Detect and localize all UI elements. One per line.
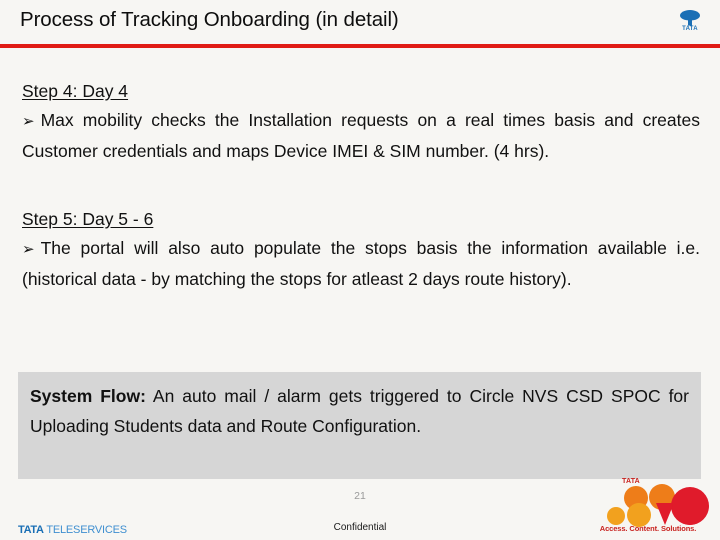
step-4-heading-row: Step 4: Day 4 [22,78,700,105]
step-block-4: Step 4: Day 4 ➢ Max mobility checks the I… [22,78,700,166]
tata-docomo-logo: TATA Access. Content. Solutions. [600,478,712,540]
system-flow-label: System Flow: [30,386,146,406]
step-4-paragraph: ➢ Max mobility checks the Installation re… [22,105,700,166]
system-flow-paragraph: System Flow: An auto mail / alarm gets t… [30,381,689,441]
docomo-tagline: Access. Content. Solutions. [599,524,697,533]
slide-content: Step 4: Day 4 ➢ Max mobility checks the I… [22,78,700,312]
step-5-heading-row: Step 5: Day 5 - 6 [22,206,700,233]
docomo-tata-wordmark: TATA [622,478,640,485]
step-5-paragraph: ➢ The portal will also auto populate the … [22,233,700,294]
step-4-body-text: Max mobility checks the Installation req… [22,110,700,161]
slide-footer: TATA TELESERVICES 21 Confidential TATA A… [0,478,720,540]
tata-emblem-icon [680,10,700,26]
step-4-heading: Step 4: Day 4 [22,81,129,101]
bullet-arrow-icon: ➢ [22,112,35,130]
header-divider [0,44,720,48]
page-title: Process of Tracking Onboarding (in detai… [20,8,399,31]
step-5-heading: Step 5: Day 5 - 6 [22,209,154,229]
bullet-arrow-icon: ➢ [22,240,35,258]
slide-header: Process of Tracking Onboarding (in detai… [0,0,720,48]
tata-logo: TATA [672,9,708,39]
system-flow-callout: System Flow: An auto mail / alarm gets t… [18,372,701,479]
step-block-5: Step 5: Day 5 - 6 ➢ The portal will also … [22,206,700,294]
tata-logo-wordmark: TATA [682,26,698,32]
step-5-body-text: The portal will also auto populate the s… [22,238,700,289]
